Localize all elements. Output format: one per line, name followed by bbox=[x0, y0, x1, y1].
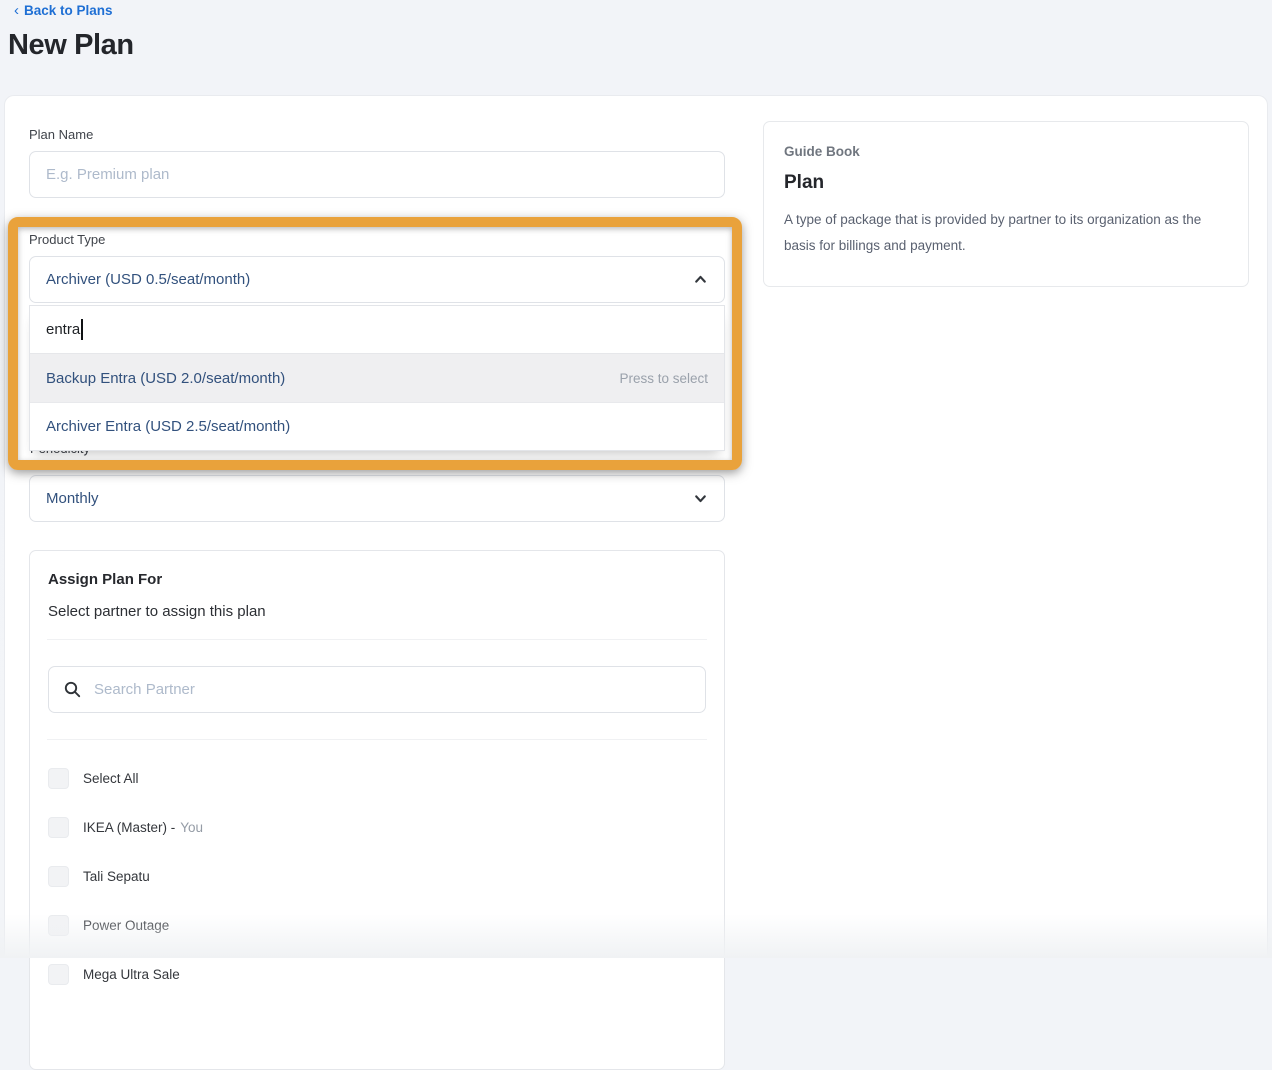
partner-label: IKEA (Master) - bbox=[83, 820, 175, 835]
partner-row-select-all[interactable]: Select All bbox=[48, 768, 706, 789]
form-column: Plan Name Product Type Archiver (USD 0.5… bbox=[29, 96, 725, 1070]
partner-row-tali-sepatu[interactable]: Tali Sepatu bbox=[48, 866, 706, 887]
periodicity-select[interactable]: Monthly bbox=[29, 475, 725, 522]
assign-subtitle: Select partner to assign this plan bbox=[48, 603, 706, 620]
back-link-label: Back to Plans bbox=[24, 3, 113, 18]
chevron-up-icon bbox=[693, 272, 708, 287]
divider bbox=[47, 639, 707, 640]
divider bbox=[47, 739, 707, 740]
partner-suffix: You bbox=[180, 820, 203, 835]
guide-book-card: Guide Book Plan A type of package that i… bbox=[763, 121, 1249, 287]
assign-title: Assign Plan For bbox=[48, 571, 706, 588]
partner-row-mega-ultra-sale[interactable]: Mega Ultra Sale bbox=[48, 964, 706, 985]
guide-body: A type of package that is provided by pa… bbox=[784, 207, 1228, 260]
partner-checkbox[interactable] bbox=[48, 866, 69, 887]
chevron-down-icon bbox=[693, 491, 708, 506]
periodicity-selected-value: Monthly bbox=[46, 490, 99, 507]
option-label: Archiver Entra (USD 2.5/seat/month) bbox=[46, 418, 290, 435]
product-option-archiver-entra[interactable]: Archiver Entra (USD 2.5/seat/month) bbox=[30, 402, 724, 450]
partner-label: Tali Sepatu bbox=[83, 869, 150, 884]
partner-row-power-outage[interactable]: Power Outage bbox=[48, 915, 706, 936]
guide-eyebrow: Guide Book bbox=[784, 144, 1228, 159]
back-chevron-icon: ‹ bbox=[14, 3, 19, 18]
plan-name-input[interactable] bbox=[46, 166, 708, 183]
text-caret bbox=[81, 319, 83, 340]
assign-plan-card: Assign Plan For Select partner to assign… bbox=[29, 550, 725, 1070]
product-type-section: Product Type Archiver (USD 0.5/seat/mont… bbox=[29, 232, 725, 451]
plan-name-label: Plan Name bbox=[29, 127, 725, 142]
partner-label: Mega Ultra Sale bbox=[83, 967, 180, 982]
partner-checkbox[interactable] bbox=[48, 915, 69, 936]
partner-label: Power Outage bbox=[83, 918, 169, 933]
product-type-select[interactable]: Archiver (USD 0.5/seat/month) bbox=[29, 256, 725, 303]
plan-name-field[interactable] bbox=[29, 151, 725, 198]
product-type-label: Product Type bbox=[29, 232, 725, 247]
guide-title: Plan bbox=[784, 172, 1228, 194]
product-type-dropdown: entra Backup Entra (USD 2.0/seat/month) … bbox=[29, 305, 725, 451]
partner-checkbox[interactable] bbox=[48, 817, 69, 838]
new-plan-form-card: Plan Name Product Type Archiver (USD 0.5… bbox=[4, 95, 1268, 958]
partner-search-field[interactable] bbox=[48, 666, 706, 713]
product-option-backup-entra[interactable]: Backup Entra (USD 2.0/seat/month) Press … bbox=[30, 354, 724, 402]
partner-list: Select All IKEA (Master) - You Tali Sepa… bbox=[48, 768, 706, 985]
partner-checkbox[interactable] bbox=[48, 768, 69, 789]
option-hint: Press to select bbox=[619, 371, 708, 386]
product-search-value: entra bbox=[46, 321, 80, 338]
partner-search-input[interactable] bbox=[94, 681, 690, 698]
partner-label: Select All bbox=[83, 771, 139, 786]
option-label: Backup Entra (USD 2.0/seat/month) bbox=[46, 370, 285, 387]
product-type-selected-value: Archiver (USD 0.5/seat/month) bbox=[46, 271, 250, 288]
partner-checkbox[interactable] bbox=[48, 964, 69, 985]
back-link[interactable]: ‹ Back to Plans bbox=[14, 3, 113, 18]
search-icon bbox=[64, 681, 81, 698]
page-title: New Plan bbox=[8, 29, 134, 62]
product-search-field[interactable]: entra bbox=[30, 306, 724, 354]
partner-row-ikea-master[interactable]: IKEA (Master) - You bbox=[48, 817, 706, 838]
